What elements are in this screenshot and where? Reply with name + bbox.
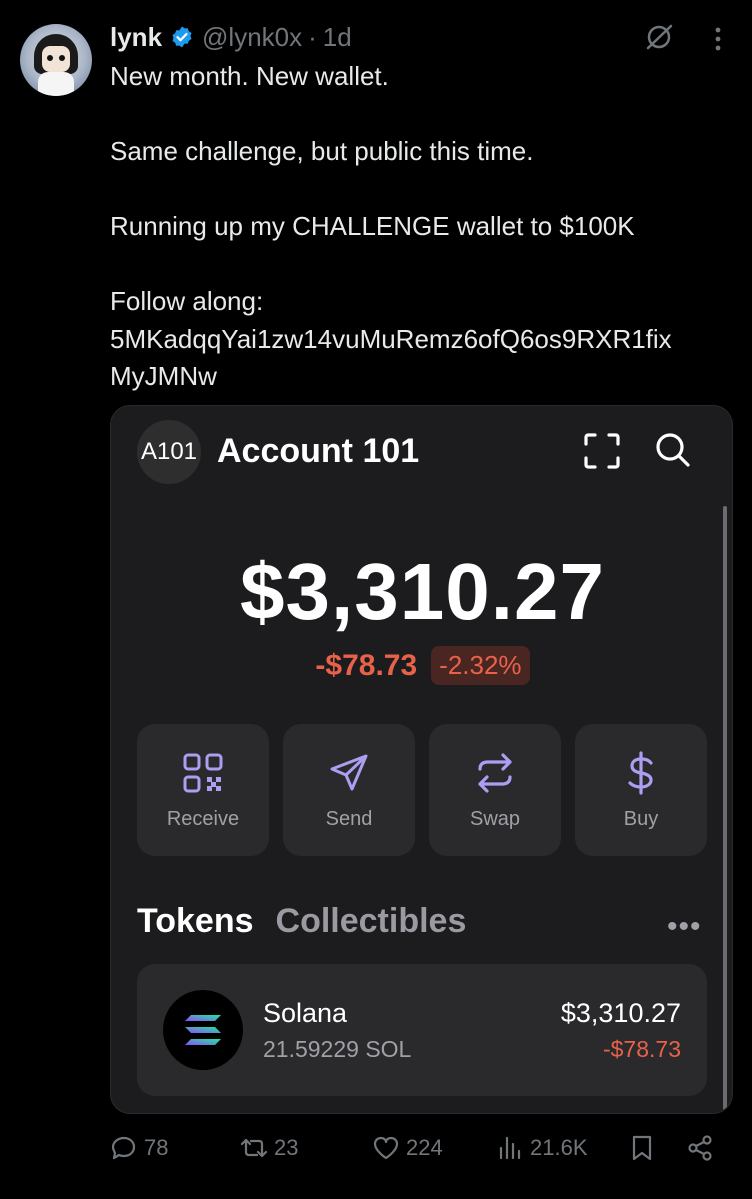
balance-change: -$78.73 -2.32% — [111, 646, 732, 685]
tab-collectibles: Collectibles — [275, 902, 467, 940]
search-icon — [656, 433, 690, 467]
account-name: Account 101 — [217, 432, 420, 470]
receive-button: Receive — [137, 724, 269, 856]
qr-icon — [183, 753, 223, 792]
tweet-line: New month. New wallet. — [110, 61, 389, 91]
swap-icon — [478, 752, 512, 793]
bookmark-icon — [632, 1135, 652, 1161]
reply-button[interactable]: 78 — [110, 1134, 168, 1162]
send-icon — [330, 754, 368, 790]
token-value: $3,310.27 — [560, 998, 681, 1028]
send-label: Send — [325, 807, 373, 830]
token-row: Solana 21.59229 SOL $3,310.27 -$78.73 — [137, 964, 707, 1096]
tabs-more-icon: ••• — [667, 910, 702, 943]
engagement-bar: 78 23 224 21.6K — [0, 1134, 752, 1170]
share-button[interactable] — [686, 1134, 714, 1162]
author-handle[interactable]: @lynk0x — [202, 22, 302, 53]
asset-tabs: Tokens Collectibles — [137, 902, 466, 941]
like-count: 224 — [406, 1135, 443, 1160]
change-percent: -2.32% — [431, 646, 530, 685]
tweet-header: lynk @lynk0x · 1d — [110, 20, 352, 54]
repost-icon — [240, 1138, 268, 1158]
scan-icon — [584, 433, 620, 469]
swap-button: Swap — [429, 724, 561, 856]
tab-tokens: Tokens — [137, 902, 254, 940]
views-icon — [499, 1136, 521, 1160]
tweet-line: Follow along: 5MKadqqYai1zw14vuMuRemz6of… — [110, 286, 672, 391]
more-icon[interactable] — [708, 24, 728, 54]
swap-label: Swap — [469, 807, 521, 830]
verified-badge-icon — [170, 25, 194, 49]
separator-dot: · — [308, 21, 317, 52]
dollar-icon — [628, 750, 653, 795]
avatar[interactable] — [20, 24, 92, 96]
token-name: Solana — [263, 998, 348, 1028]
balance-amount: $3,310.27 — [240, 547, 605, 636]
share-icon — [688, 1135, 712, 1161]
tweet-line: Same challenge, but public this time. — [110, 136, 534, 166]
action-buttons: Receive Send Swap Buy — [137, 724, 707, 856]
views-button[interactable]: 21.6K — [496, 1134, 588, 1162]
author-name[interactable]: lynk — [110, 22, 162, 53]
tweet-time[interactable]: 1d — [323, 22, 352, 53]
buy-label: Buy — [623, 807, 659, 830]
grok-icon[interactable] — [644, 22, 674, 52]
view-count: 21.6K — [530, 1135, 588, 1160]
like-button[interactable]: 224 — [372, 1134, 443, 1162]
buy-button: Buy — [575, 724, 707, 856]
tweet-line: Running up my CHALLENGE wallet to $100K — [110, 211, 635, 241]
wallet-screenshot[interactable]: A101 Account 101 $3,310.27 -$78.73 -2.32… — [110, 405, 733, 1114]
reply-icon — [111, 1136, 136, 1160]
reply-count: 78 — [144, 1135, 169, 1160]
heart-icon — [373, 1136, 399, 1160]
tweet-page: lynk @lynk0x · 1d New month. New wallet.… — [0, 0, 752, 1199]
receive-label: Receive — [166, 807, 240, 830]
repost-button[interactable]: 23 — [240, 1134, 298, 1162]
send-button: Send — [283, 724, 415, 856]
repost-count: 23 — [274, 1135, 299, 1160]
solana-logo-icon — [163, 990, 243, 1070]
token-change: -$78.73 — [602, 1036, 681, 1062]
account-badge: A101 — [137, 420, 201, 484]
change-usd: -$78.73 — [315, 648, 418, 682]
token-amount: 21.59229 SOL — [263, 1036, 412, 1062]
tweet-text: New month. New wallet. Same challenge, b… — [110, 58, 740, 396]
bookmark-button[interactable] — [628, 1134, 656, 1162]
